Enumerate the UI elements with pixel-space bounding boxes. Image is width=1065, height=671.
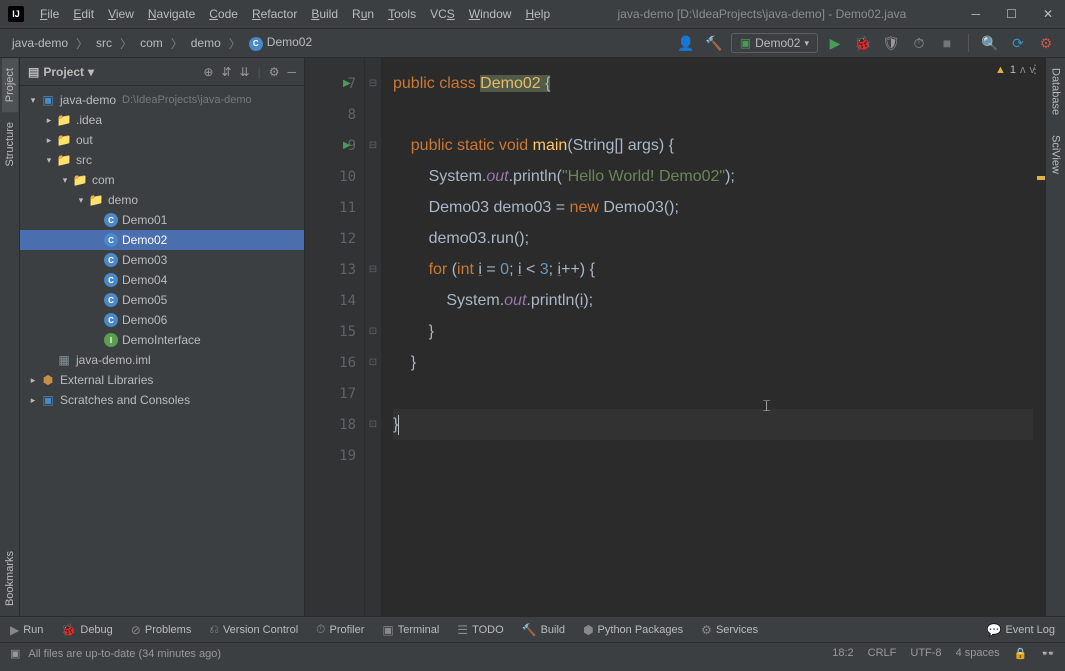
bb-debug[interactable]: 🐞Debug [61, 623, 112, 637]
tree-file-demo06[interactable]: CDemo06 [20, 310, 304, 330]
select-opened-icon[interactable]: ⊕ [203, 65, 213, 79]
add-user-icon[interactable]: 👤 [675, 32, 697, 54]
menu-vcs[interactable]: VCS [424, 5, 461, 23]
menubar: File Edit View Navigate Code Refactor Bu… [34, 5, 556, 23]
bb-build[interactable]: 🔨Build [522, 623, 565, 637]
lock-icon[interactable]: 🔒 [1014, 647, 1028, 660]
tree-file-interface[interactable]: IDemoInterface [20, 330, 304, 350]
side-tab-database[interactable]: Database [1048, 58, 1064, 125]
minimize-button[interactable]: ─ [968, 7, 985, 21]
status-encoding[interactable]: UTF-8 [910, 647, 941, 660]
tree-idea[interactable]: ▸📁.idea [20, 110, 304, 130]
fold-gutter[interactable]: ⊟ ⊟ ⊟ ⊡ ⊡ ⊡ [365, 58, 381, 616]
close-button[interactable]: ✕ [1039, 7, 1057, 21]
ide-settings-button[interactable]: ⚙ [1035, 32, 1057, 54]
bb-todo[interactable]: ☰TODO [457, 623, 503, 637]
menu-navigate[interactable]: Navigate [142, 5, 201, 23]
bb-terminal[interactable]: ▣Terminal [382, 623, 439, 637]
tree-root[interactable]: ▾▣ java-demo D:\IdeaProjects\java-demo [20, 90, 304, 110]
side-tab-bookmarks[interactable]: Bookmarks [2, 541, 18, 616]
bb-python[interactable]: ⬢Python Packages [583, 623, 683, 637]
tree-file-demo03[interactable]: CDemo03 [20, 250, 304, 270]
collapse-all-icon[interactable]: ⇊ [240, 65, 250, 79]
run-button[interactable]: ▶ [824, 32, 846, 54]
stop-button[interactable]: ■ [936, 32, 958, 54]
project-panel-title[interactable]: ▤ Project ▾ [28, 65, 94, 79]
status-message: All files are up-to-date (34 minutes ago… [28, 648, 221, 660]
bb-run[interactable]: ▶Run [10, 623, 43, 637]
editor[interactable]: 7▶ 8 9▶ 10 11 12 13 14 15 16 17 18 19 ⊟ … [305, 58, 1045, 616]
expand-all-icon[interactable]: ⇵ [221, 65, 231, 79]
bc-file[interactable]: CDemo02 [245, 33, 316, 53]
tree-iml[interactable]: ▦java-demo.iml [20, 350, 304, 370]
debug-button[interactable]: 🐞 [852, 32, 874, 54]
bc-src[interactable]: src [92, 34, 116, 52]
search-button[interactable]: 🔍 [979, 32, 1001, 54]
menu-build[interactable]: Build [305, 5, 344, 23]
bb-services[interactable]: ⚙Services [701, 623, 758, 637]
tree-file-demo04[interactable]: CDemo04 [20, 270, 304, 290]
side-tab-structure[interactable]: Structure [2, 112, 18, 177]
settings-icon[interactable]: ⚙ [269, 65, 280, 79]
status-indent[interactable]: 4 spaces [956, 647, 1000, 660]
bb-problems[interactable]: ⊘Problems [131, 623, 192, 637]
bc-com[interactable]: com [136, 34, 167, 52]
status-pos[interactable]: 18:2 [832, 647, 853, 660]
line-gutter: 7▶ 8 9▶ 10 11 12 13 14 15 16 17 18 19 [305, 58, 365, 616]
maximize-button[interactable]: ☐ [1002, 7, 1021, 21]
editor-more-icon[interactable]: ⋮ [1029, 62, 1041, 76]
menu-help[interactable]: Help [519, 5, 556, 23]
warning-icon: ▲ [995, 64, 1006, 76]
menu-view[interactable]: View [102, 5, 140, 23]
marker-stripe[interactable] [1037, 176, 1045, 180]
tree-demo[interactable]: ▾📁demo [20, 190, 304, 210]
tree-out[interactable]: ▸📁out [20, 130, 304, 150]
tree-com[interactable]: ▾📁com [20, 170, 304, 190]
menu-code[interactable]: Code [203, 5, 244, 23]
reader-icon[interactable]: 👓 [1041, 647, 1055, 660]
app-logo: IJ [8, 6, 24, 22]
breadcrumb: java-demo 〉 src 〉 com 〉 demo 〉 CDemo02 [8, 33, 316, 53]
menu-edit[interactable]: Edit [67, 5, 100, 23]
menu-run[interactable]: Run [346, 5, 380, 23]
bb-vcs[interactable]: ⎌Version Control [209, 622, 298, 637]
build-button[interactable]: 🔨 [703, 32, 725, 54]
tree-file-demo01[interactable]: CDemo01 [20, 210, 304, 230]
bb-event-log[interactable]: 💬Event Log [987, 623, 1056, 637]
tree-src[interactable]: ▾📁src [20, 150, 304, 170]
bb-profiler[interactable]: ⏱Profiler [316, 622, 364, 637]
coverage-button[interactable]: 🛡 [880, 32, 902, 54]
bc-demo[interactable]: demo [187, 34, 225, 52]
bc-project[interactable]: java-demo [8, 34, 72, 52]
menu-file[interactable]: File [34, 5, 65, 23]
tree-ext-lib[interactable]: ▸⬢External Libraries [20, 370, 304, 390]
chevron-up-icon[interactable]: ʌ [1020, 64, 1026, 76]
text-cursor-icon: 𝙸 [761, 391, 772, 422]
menu-refactor[interactable]: Refactor [246, 5, 303, 23]
tree-file-demo05[interactable]: CDemo05 [20, 290, 304, 310]
run-config-selector[interactable]: ▣ Demo02 ▾ [731, 33, 818, 53]
menu-window[interactable]: Window [463, 5, 518, 23]
tree-scratches[interactable]: ▸▣Scratches and Consoles [20, 390, 304, 410]
side-tab-sciview[interactable]: SciView [1048, 125, 1064, 184]
menu-tools[interactable]: Tools [382, 5, 422, 23]
profiler-button[interactable]: ⏱ [908, 32, 930, 54]
code-area[interactable]: public class Demo02 { public static void… [381, 58, 1045, 616]
sync-button[interactable]: ⟳ [1007, 32, 1029, 54]
status-toggle-icon[interactable]: ▣ [10, 647, 20, 660]
tree-file-demo02[interactable]: CDemo02 [20, 230, 304, 250]
hide-panel-icon[interactable]: ─ [287, 65, 296, 79]
side-tab-project[interactable]: Project [2, 58, 18, 112]
status-eol[interactable]: CRLF [868, 647, 897, 660]
window-title: java-demo [D:\IdeaProjects\java-demo] - … [556, 7, 968, 21]
